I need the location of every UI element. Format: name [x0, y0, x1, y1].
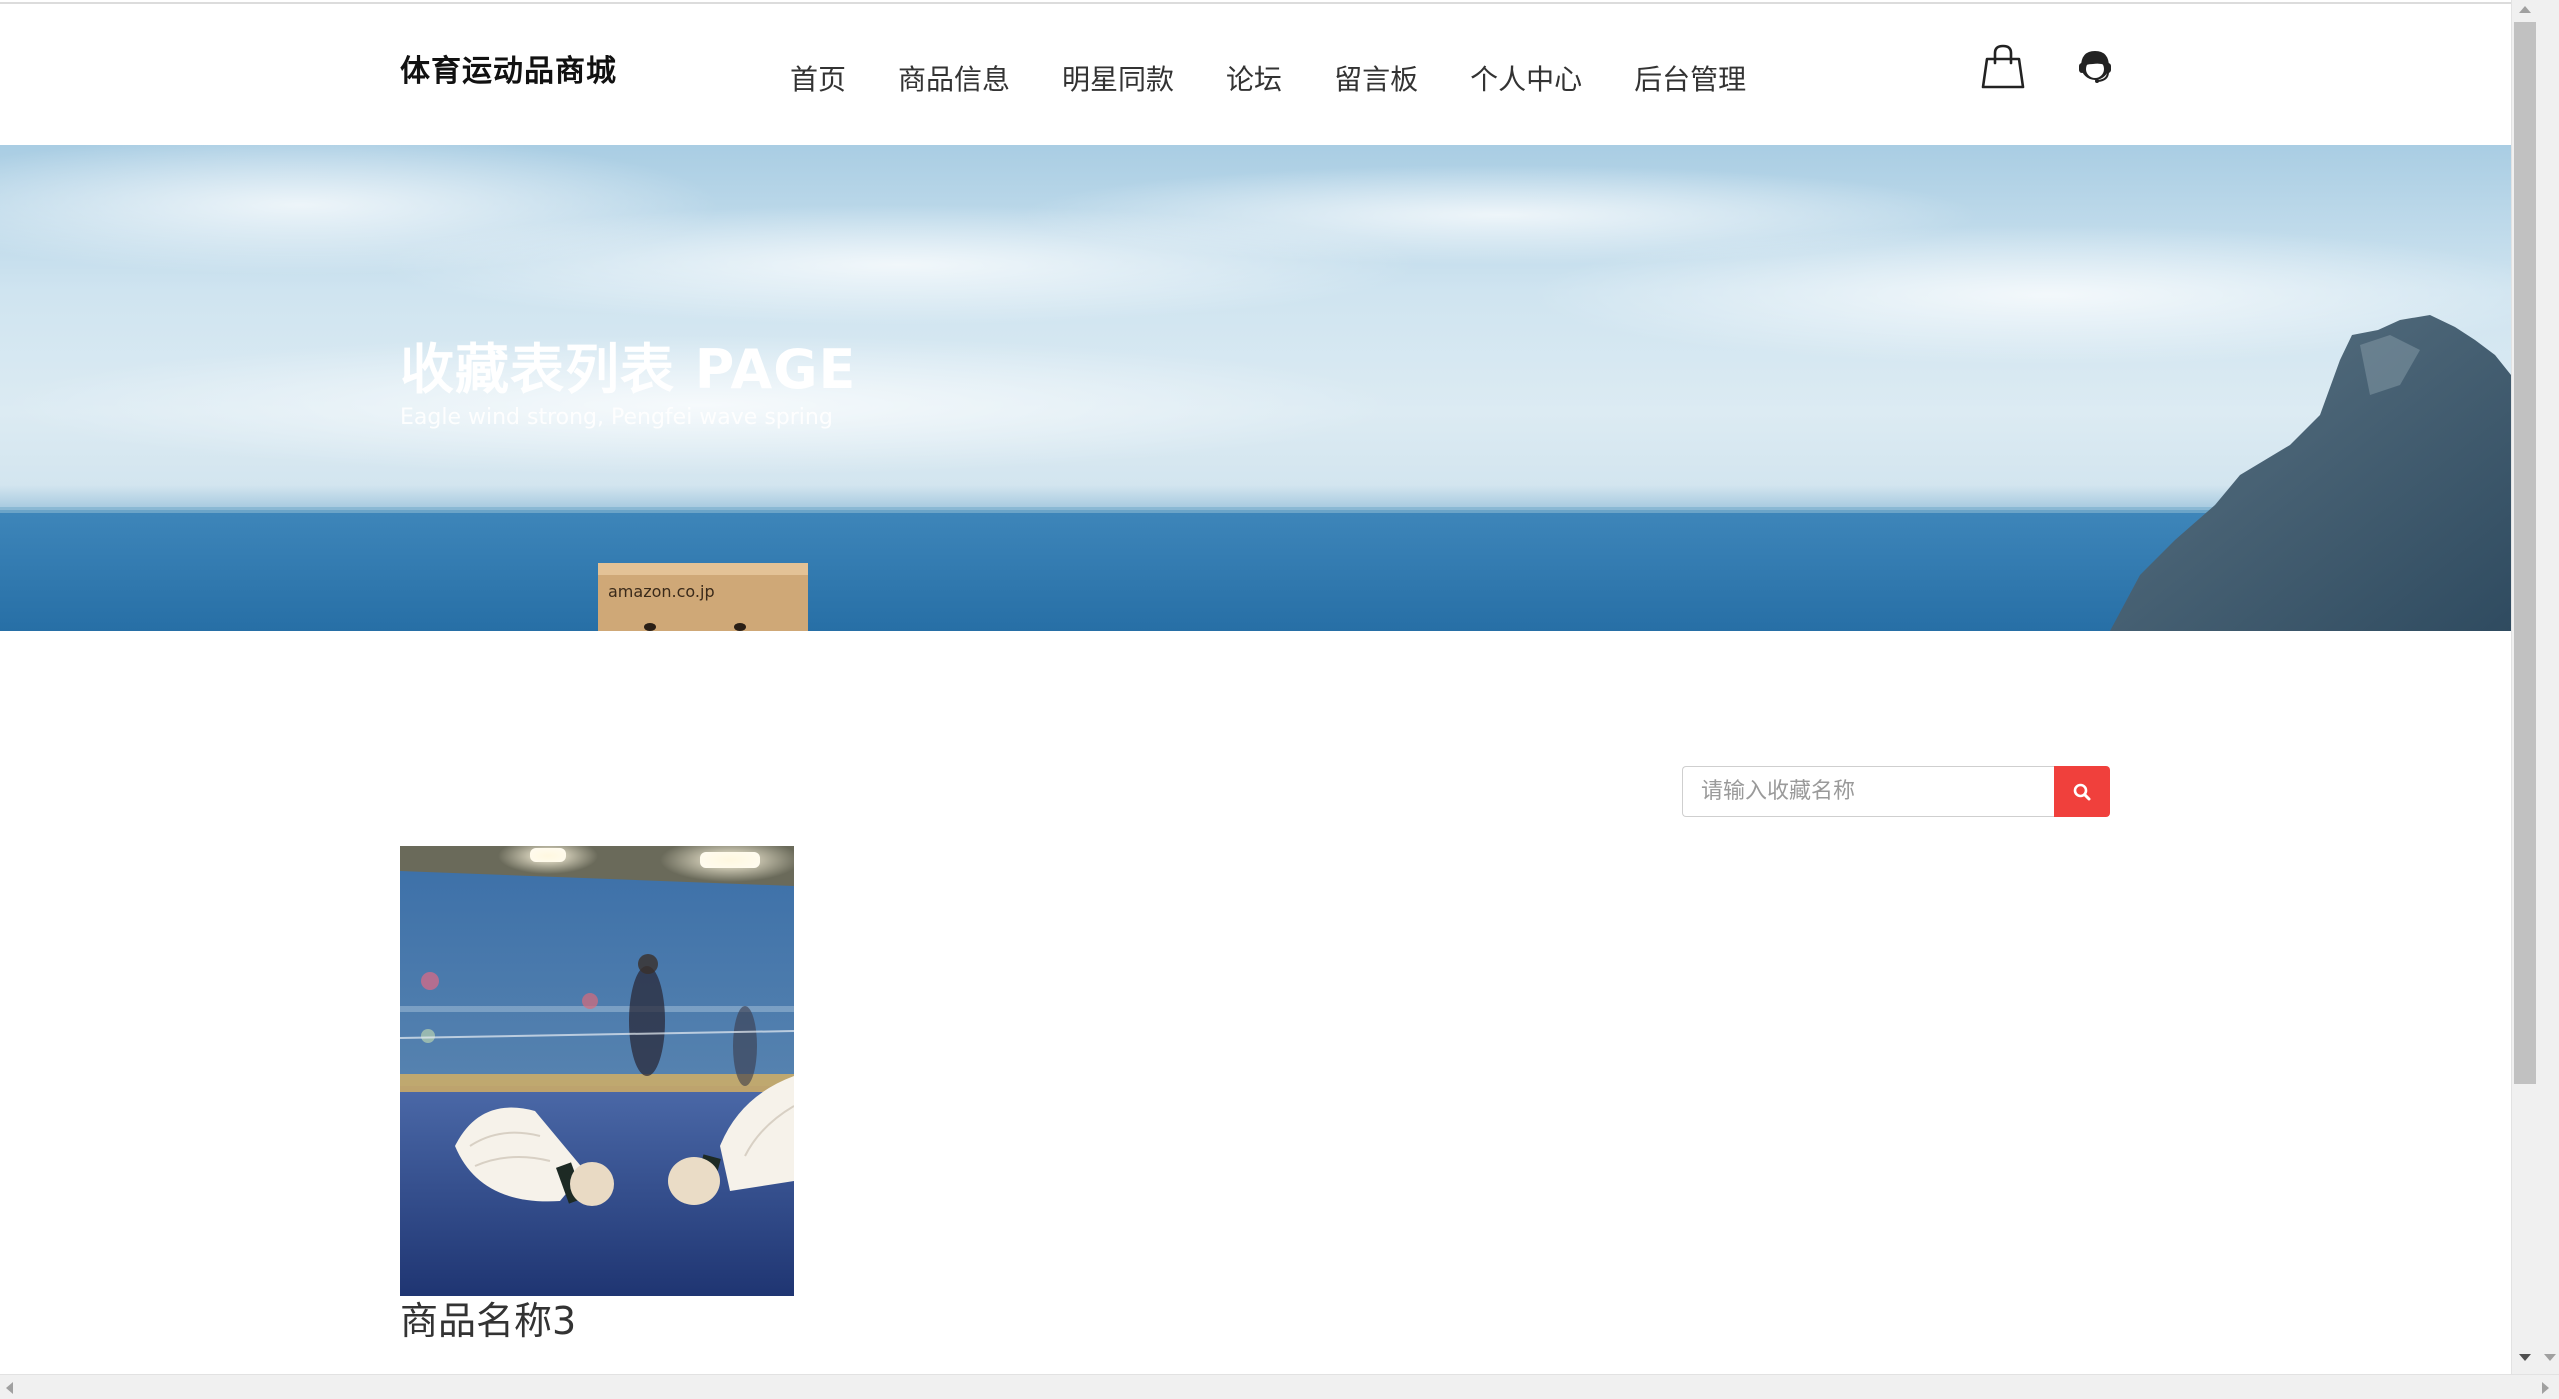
- search-input[interactable]: [1682, 766, 2054, 817]
- site-header: 体育运动品商城 首页 商品信息 明星同款 论坛 留言板 个人中心 后台管理: [0, 2, 2511, 145]
- site-brand[interactable]: 体育运动品商城: [400, 46, 617, 90]
- nav-item-forum[interactable]: 论坛: [1226, 58, 1282, 98]
- page-banner: amazon.co.jp 收藏表列表 PAGE Eagle wind stron…: [0, 145, 2511, 631]
- scroll-up-arrow-icon[interactable]: [2519, 6, 2531, 13]
- search-icon: [2073, 783, 2091, 800]
- scroll-down-arrow-icon[interactable]: [2519, 1354, 2531, 1361]
- vertical-scroll-thumb[interactable]: [2514, 22, 2536, 1084]
- product-name[interactable]: 商品名称3: [400, 1298, 796, 1344]
- header-icons: [1980, 42, 2118, 90]
- horizontal-scrollbar[interactable]: [0, 1374, 2559, 1399]
- shopping-bag-icon[interactable]: [1980, 42, 2026, 90]
- banner-scenery: amazon.co.jp: [0, 145, 2511, 631]
- nav-item-celebrity-style[interactable]: 明星同款: [1062, 58, 1174, 98]
- banner-subtitle: Eagle wind strong, Pengfei wave spring: [400, 405, 833, 430]
- search-button[interactable]: [2054, 766, 2110, 817]
- scroll-left-arrow-icon[interactable]: [6, 1382, 13, 1394]
- amazon-box: amazon.co.jp: [598, 563, 808, 631]
- customer-service-icon[interactable]: [2072, 42, 2118, 90]
- search-bar: [1682, 766, 2110, 817]
- banner-title: 收藏表列表 PAGE: [400, 338, 857, 401]
- amazon-box-label: amazon.co.jp: [608, 582, 715, 601]
- nav-item-home[interactable]: 首页: [790, 58, 846, 98]
- nav-item-products[interactable]: 商品信息: [898, 58, 1010, 98]
- main-nav: 首页 商品信息 明星同款 论坛 留言板 个人中心 后台管理: [790, 58, 1746, 98]
- nav-item-user-center[interactable]: 个人中心: [1470, 58, 1582, 98]
- product-image[interactable]: [400, 846, 794, 1296]
- product-card[interactable]: 商品名称3: [400, 846, 796, 1344]
- scroll-down-arrow-secondary-icon[interactable]: [2544, 1354, 2556, 1361]
- nav-item-admin[interactable]: 后台管理: [1634, 58, 1746, 98]
- page: 体育运动品商城 首页 商品信息 明星同款 论坛 留言板 个人中心 后台管理 am…: [0, 0, 2511, 1374]
- header-top-border: [0, 2, 2511, 4]
- vertical-scrollbar[interactable]: [2511, 0, 2559, 1374]
- nav-item-message-board[interactable]: 留言板: [1334, 58, 1418, 98]
- scroll-right-arrow-icon[interactable]: [2542, 1382, 2549, 1394]
